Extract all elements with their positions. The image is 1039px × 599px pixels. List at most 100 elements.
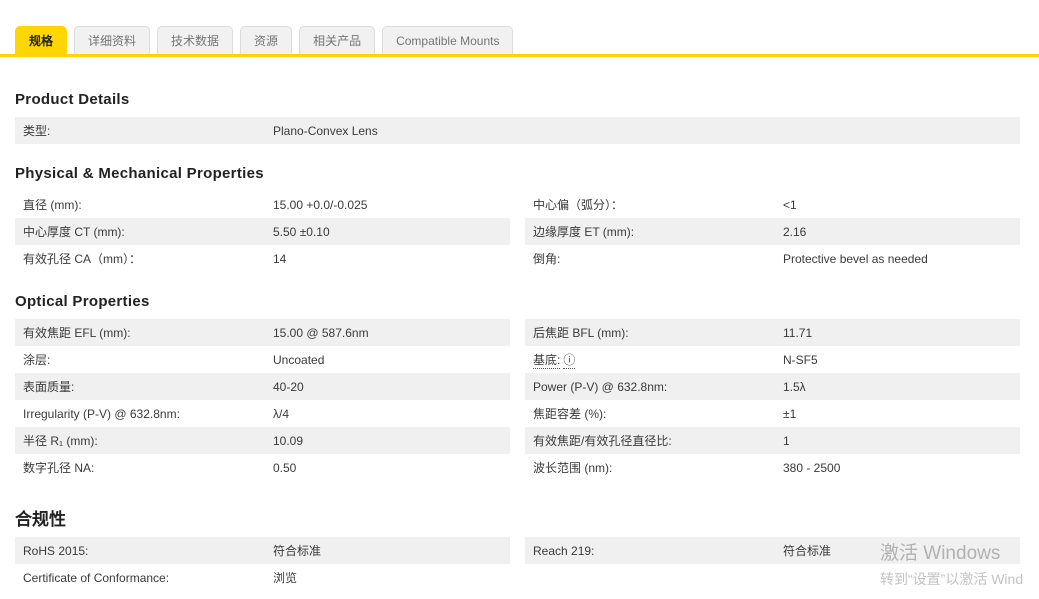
spec-label-text: 基底: [533,353,561,369]
spec-row: Irregularity (P-V) @ 632.8nm: λ/4 [15,400,510,427]
spec-row: 类型: Plano-Convex Lens [15,117,1020,144]
spec-label: 数字孔径 NA: [23,459,273,476]
spec-label-text: 倒角: [533,252,561,266]
spec-value: 15.00 +0.0/-0.025 [273,197,368,212]
info-icon[interactable]: ⓘ [563,353,576,369]
section-optical-properties: Optical Properties 有效焦距 EFL (mm): 15.00 @ … [15,293,1020,481]
spec-table: 有效焦距 EFL (mm): 15.00 @ 587.6nm 涂层: Uncoated… [15,319,1020,481]
spec-value-link[interactable]: 浏览 [273,569,510,586]
spec-label-text: 后焦距 BFL (mm): [533,326,629,340]
spec-row: RoHS 2015: 符合标准 [15,537,510,564]
spec-table: 类型: Plano-Convex Lens [15,117,1020,144]
spec-label: 涂层: [23,351,273,368]
spec-row: 边缘厚度 ET (mm): 2.16 [525,218,1020,245]
spec-row: 有效孔径 CA（mm）： 14 [15,245,510,272]
content: Product Details 类型: Plano-Convex Lens Physi… [0,91,1039,591]
spec-label-text: 波长范围 (nm): [533,461,613,475]
spec-column: Reach 219: 符合标准 [525,537,1020,564]
spec-table: RoHS 2015: 符合标准 Certificate of Conformance… [15,537,1020,591]
spec-label-text: 边缘厚度 ET (mm): [533,225,635,239]
spec-value: 2.16 [783,224,807,239]
spec-label-text: 表面质量: [23,380,75,394]
spec-row: 波长范围 (nm): 380 - 2500 [525,454,1020,481]
spec-value: Plano-Convex Lens [273,123,378,138]
spec-table: 直径 (mm): 15.00 +0.0/-0.025 中心厚度 CT (mm): 5.… [15,191,1020,272]
section-title-product-details: Product Details [15,91,130,108]
spec-label: 倒角: [533,250,783,267]
spec-row: 半径 R₁ (mm): 10.09 [15,427,510,454]
spec-label-text: 中心偏（弧分）： [533,198,624,212]
spec-label: 后焦距 BFL (mm): [533,324,783,341]
spec-label: Reach 219: [533,544,783,558]
spec-label-text: Power (P-V) @ 632.8nm: [533,379,668,394]
spec-row: 焦距容差 (%): ±1 [525,400,1020,427]
spec-value: Uncoated [273,352,325,367]
tab-technical-data[interactable]: 技术数据 [157,26,234,54]
spec-label: 边缘厚度 ET (mm): [533,223,783,240]
section-compliance: 合规性 RoHS 2015: 符合标准 Certificate of Conforma… [15,505,1020,591]
spec-row: 中心厚度 CT (mm): 5.50 ±0.10 [15,218,510,245]
spec-value: 10.09 [273,433,304,448]
spec-label: 有效孔径 CA（mm）： [23,250,273,267]
spec-row: 中心偏（弧分）： <1 [525,191,1020,218]
spec-value: Protective bevel as needed [783,251,928,266]
spec-row: 数字孔径 NA: 0.50 [15,454,510,481]
tab-related-products[interactable]: 相关产品 [299,26,376,54]
tab-specifications[interactable]: 规格 [15,26,68,54]
spec-label: 表面质量: [23,378,273,395]
spec-row: 倒角: Protective bevel as needed [525,245,1020,272]
spec-label: 中心厚度 CT (mm): [23,223,273,240]
spec-row: 后焦距 BFL (mm): 11.71 [525,319,1020,346]
section-title-optical-properties: Optical Properties [15,293,150,310]
spec-label-text: 中心厚度 CT (mm): [23,225,125,239]
spec-row: Reach 219: 符合标准 [525,537,1020,564]
spec-label-text: 有效焦距/有效孔径直径比: [533,434,672,448]
spec-row: 涂层: Uncoated [15,346,510,373]
spec-label-text: RoHS 2015: [23,543,89,558]
tab-bar: 规格 详细资料 技术数据 资源 相关产品 Compatible Mounts [0,0,1039,57]
spec-label: 有效焦距/有效孔径直径比: [533,432,783,449]
spec-value: 5.50 ±0.10 [273,224,330,239]
spec-label-text: 半径 R₁ (mm): [23,434,98,448]
section-title-physical-mechanical-properties: Physical & Mechanical Properties [15,165,264,182]
spec-column: RoHS 2015: 符合标准 Certificate of Conformance… [15,537,510,591]
spec-column: 有效焦距 EFL (mm): 15.00 @ 587.6nm 涂层: Uncoated… [15,319,510,481]
spec-column: 直径 (mm): 15.00 +0.0/-0.025 中心厚度 CT (mm): 5.… [15,191,510,272]
spec-row: Certificate of Conformance: 浏览 [15,564,510,591]
spec-row: 基底: ⓘ N-SF5 [525,346,1020,373]
spec-row: 有效焦距/有效孔径直径比: 1 [525,427,1020,454]
spec-value: 15.00 @ 587.6nm [273,325,369,340]
spec-row: 表面质量: 40-20 [15,373,510,400]
spec-label-text: 数字孔径 NA: [23,461,95,475]
tab-details[interactable]: 详细资料 [74,26,151,54]
spec-value-link[interactable]: 符合标准 [273,542,510,559]
tab-resources[interactable]: 资源 [240,26,293,54]
spec-label-text: 涂层: [23,353,51,367]
spec-label-text: 类型: [23,124,51,138]
tab-compatible-mounts[interactable]: Compatible Mounts [382,26,514,54]
spec-value: 1.5λ [783,379,806,394]
spec-label-text: 焦距容差 (%): [533,407,607,421]
spec-label: 中心偏（弧分）： [533,196,783,213]
spec-label-text: Certificate of Conformance: [23,570,170,585]
spec-value: 11.71 [783,325,813,340]
section-product-details: Product Details 类型: Plano-Convex Lens [15,91,1020,144]
spec-label: RoHS 2015: [23,544,273,558]
section-title-compliance: 合规性 [15,510,66,529]
spec-label: 基底: ⓘ [533,351,783,369]
spec-value: <1 [783,197,797,212]
spec-value: 380 - 2500 [783,460,841,475]
spec-value: 14 [273,251,287,266]
spec-label-text: Reach 219: [533,543,595,558]
spec-value-link[interactable]: N-SF5 [783,353,1020,367]
spec-value: ±1 [783,406,797,421]
spec-label: 类型: [23,122,273,139]
spec-value: 40-20 [273,379,304,394]
spec-label: 直径 (mm): [23,196,273,213]
spec-column: 中心偏（弧分）： <1 边缘厚度 ET (mm): 2.16 倒角: Protective… [525,191,1020,272]
spec-label-text: 有效孔径 CA（mm）： [23,252,141,266]
spec-value-link[interactable]: 符合标准 [783,542,1020,559]
spec-label: 半径 R₁ (mm): [23,432,273,449]
spec-label: 有效焦距 EFL (mm): [23,324,273,341]
spec-row: 有效焦距 EFL (mm): 15.00 @ 587.6nm [15,319,510,346]
